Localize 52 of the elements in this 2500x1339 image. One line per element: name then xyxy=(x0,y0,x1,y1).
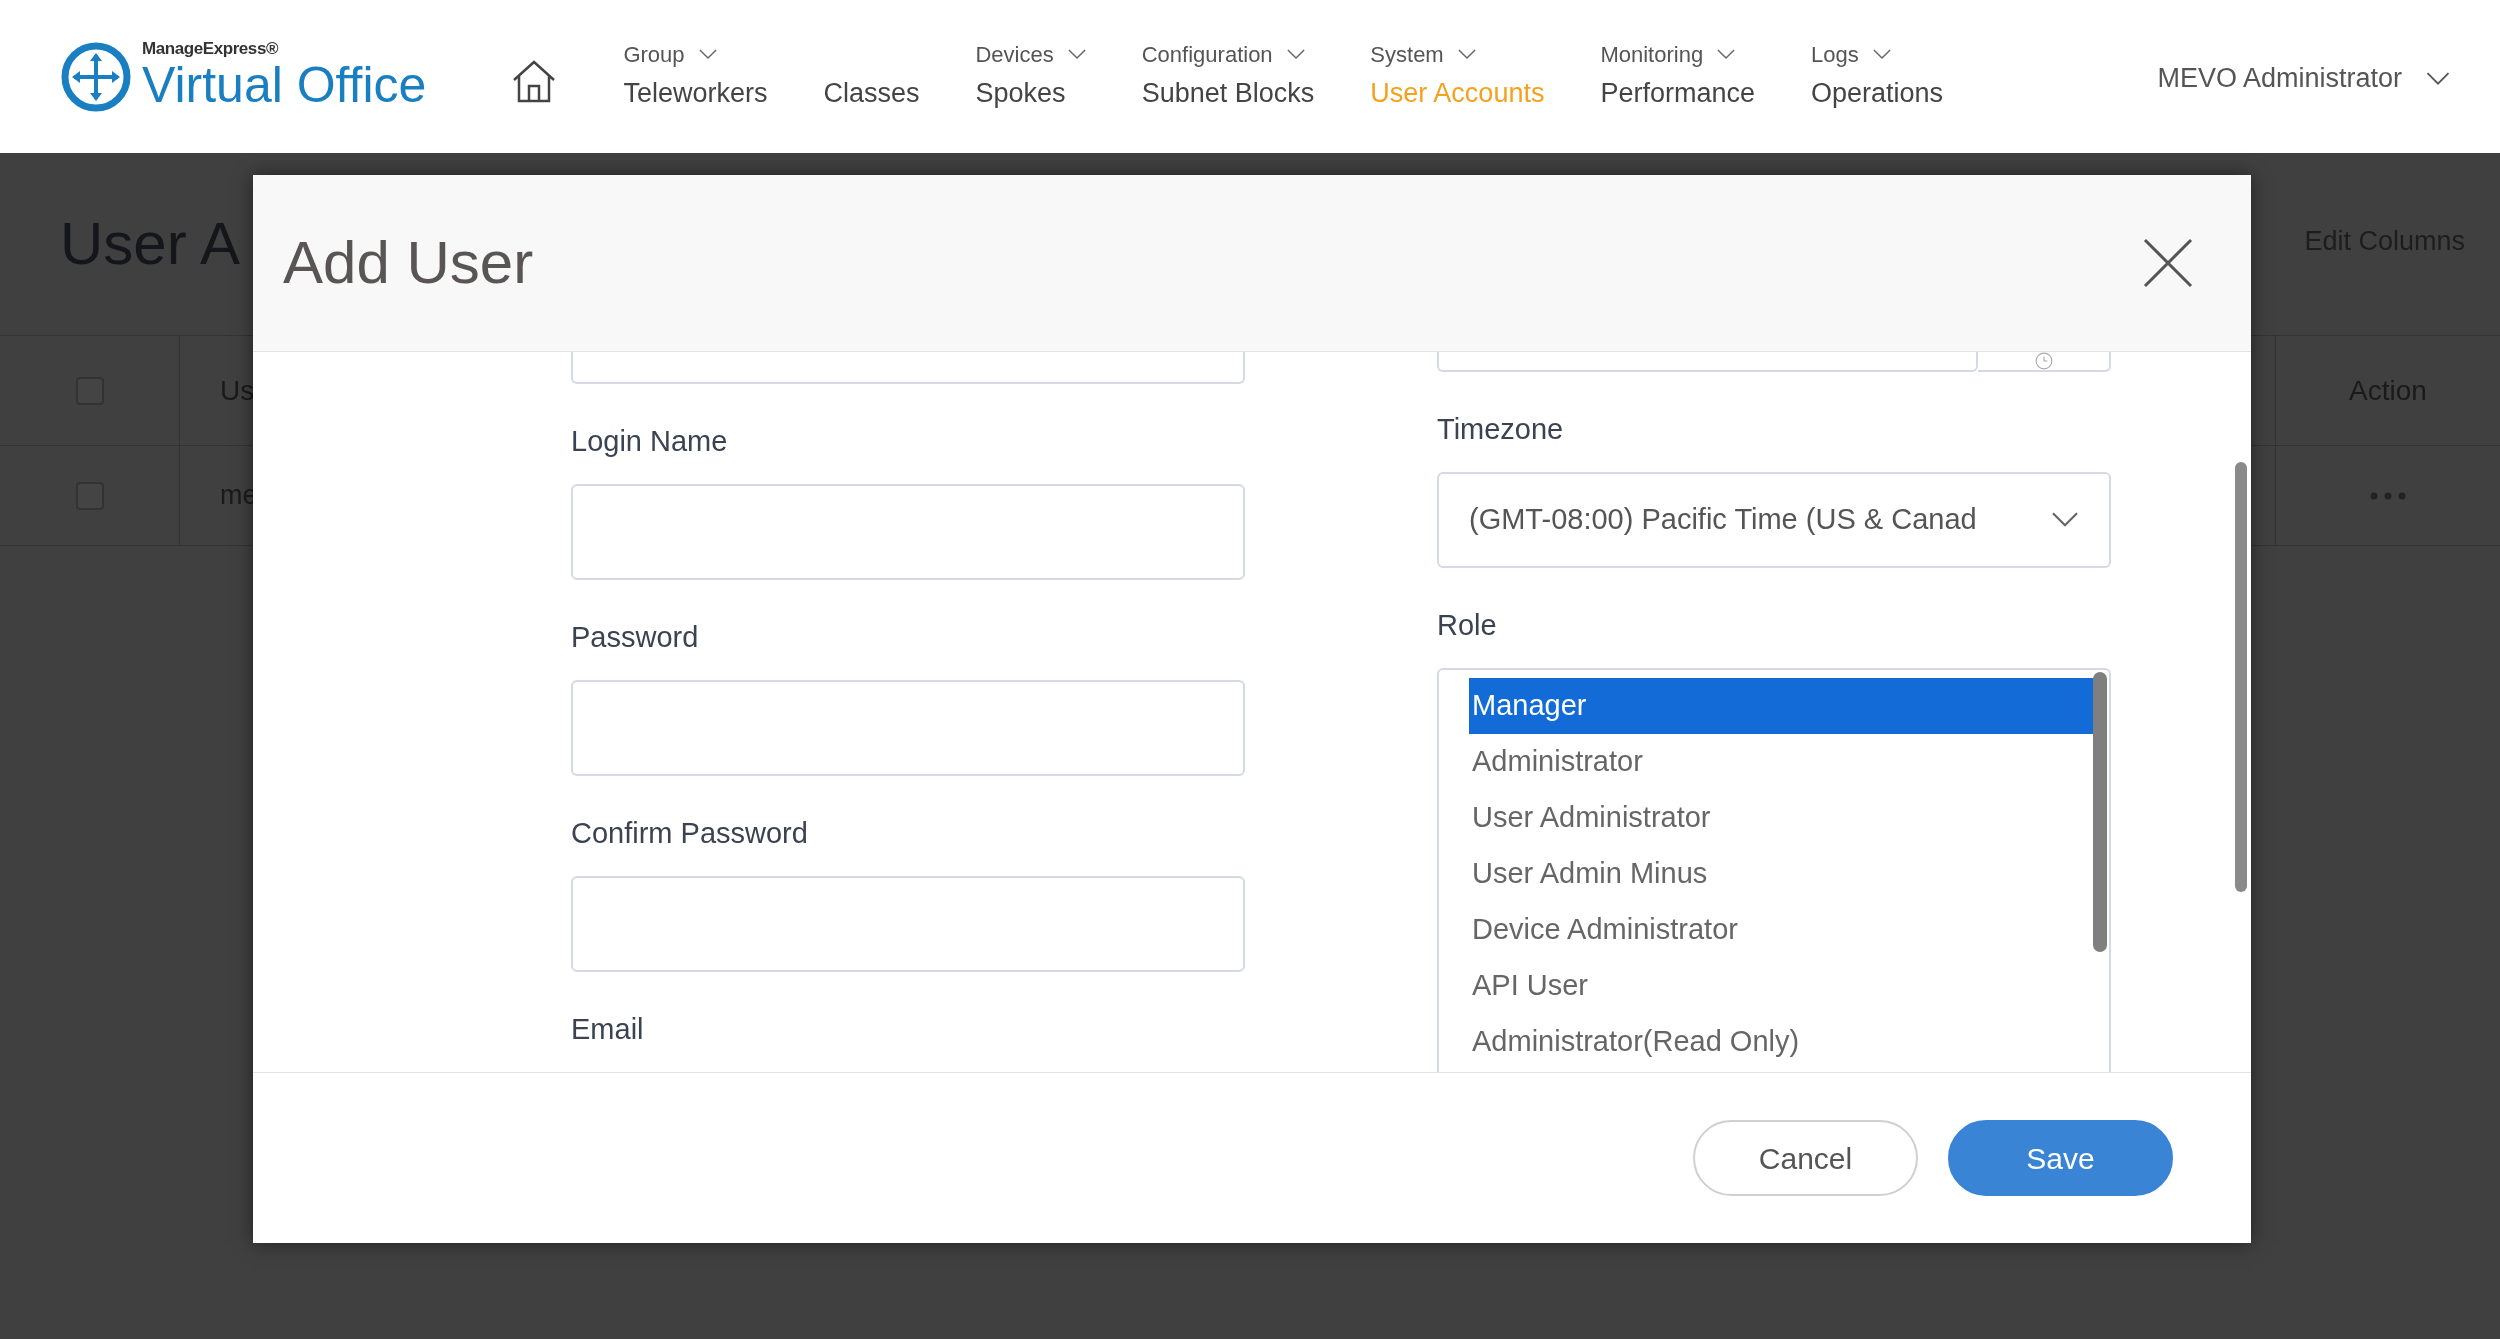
input-field[interactable] xyxy=(1437,352,1978,372)
input-field[interactable] xyxy=(571,680,1245,776)
chevron-down-icon xyxy=(1457,49,1476,60)
field-label: Login Name xyxy=(571,424,729,459)
nav-link[interactable]: Teleworkers xyxy=(623,70,768,115)
field-label: Role xyxy=(1437,608,1498,643)
chevron-down-icon xyxy=(2426,71,2450,86)
nav-category-menu[interactable]: System xyxy=(1370,38,1545,71)
chevron-down-icon xyxy=(1872,49,1891,60)
chevron-down-icon xyxy=(1286,49,1305,60)
role-option[interactable]: User Administrator xyxy=(1469,790,2095,846)
product-name: Virtual Office xyxy=(142,57,427,113)
save-button[interactable]: Save xyxy=(1948,1120,2173,1196)
chevron-down-icon xyxy=(698,49,717,60)
cancel-button[interactable]: Cancel xyxy=(1693,1120,1918,1196)
role-option[interactable]: Device Administrator xyxy=(1469,902,2095,958)
field-label: Email xyxy=(571,1012,645,1047)
chevron-down-icon xyxy=(1717,49,1736,60)
role-option[interactable]: User Admin Minus xyxy=(1469,846,2095,902)
brand-name: ManageExpress® xyxy=(142,40,280,57)
scrollbar-thumb[interactable] xyxy=(2235,462,2247,892)
nav-link[interactable]: Operations xyxy=(1811,70,1944,115)
dialog-title: Add User xyxy=(283,228,534,298)
nav-category-menu[interactable]: Monitoring xyxy=(1600,38,1755,71)
logo-icon xyxy=(60,40,132,113)
role-listbox[interactable]: Manager Administrator User Administrator User Admin Minus Device Administrator API User Administrator(Read Only) xyxy=(1437,668,2111,1072)
chevron-down-icon xyxy=(2051,512,2079,528)
role-option[interactable]: Administrator xyxy=(1469,734,2095,790)
close-icon[interactable] xyxy=(2143,238,2193,288)
timezone-select[interactable]: (GMT-08:00) Pacific Time (US & Canad xyxy=(1437,472,2111,568)
nav-link[interactable]: Spokes xyxy=(975,70,1086,115)
role-option[interactable]: Manager xyxy=(1469,678,2095,734)
input-field[interactable] xyxy=(571,484,1245,580)
nav-link[interactable]: Subnet Blocks xyxy=(1141,70,1315,115)
field-label: Confirm Password xyxy=(571,816,809,851)
input-field[interactable] xyxy=(571,352,1245,384)
clock-button[interactable] xyxy=(1978,352,2111,372)
nav-category-menu[interactable]: Configuration xyxy=(1141,38,1315,71)
chevron-down-icon xyxy=(1067,49,1086,60)
nav-link[interactable]: Classes xyxy=(823,70,920,115)
nav-link[interactable]: Performance xyxy=(1600,70,1755,115)
scrollbar-thumb[interactable] xyxy=(2093,672,2107,952)
input-field[interactable] xyxy=(571,876,1245,972)
nav-category-menu[interactable]: Devices xyxy=(975,38,1086,71)
nav-category-menu[interactable]: Logs xyxy=(1811,38,1944,71)
role-option[interactable]: API User xyxy=(1469,958,2095,1014)
field-label: Timezone xyxy=(1437,412,1565,447)
field-label: Password xyxy=(571,620,700,655)
user-menu[interactable]: MEVO Administrator xyxy=(2157,58,2450,99)
more-icon[interactable] xyxy=(2370,491,2406,500)
nav-category-menu[interactable]: Group xyxy=(623,38,768,71)
role-option[interactable]: Administrator(Read Only) xyxy=(1469,1014,2095,1070)
